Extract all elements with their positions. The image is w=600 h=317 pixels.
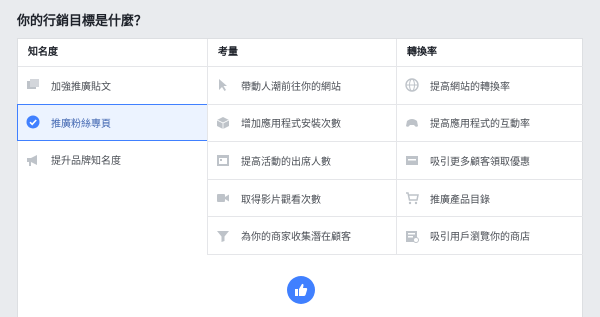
objective-lead-generation[interactable]: 為你的商家收集潛在顧客 (208, 217, 396, 255)
column-consideration: 考量 帶動人潮前往你的網站 增加應用程式安裝次數 提高活動的出席人數 取得影片觀… (207, 39, 396, 255)
objective-label: 取得影片觀看次數 (241, 194, 321, 206)
globe-icon (405, 78, 419, 92)
objective-event-responses[interactable]: 提高活動的出席人數 (208, 142, 396, 180)
objective-label: 推廣產品目錄 (430, 194, 490, 206)
column-conversion: 轉換率 提高網站的轉換率 提高應用程式的互動率 吸引更多顧客領取優惠 推廣產品目… (396, 39, 583, 255)
cube-icon (216, 116, 230, 130)
objective-offer-claims[interactable]: 吸引更多顧客領取優惠 (397, 142, 583, 180)
calendar-icon (216, 153, 230, 167)
page-title: 你的行銷目標是什麼？ (17, 14, 148, 29)
cart-icon (405, 191, 419, 205)
objective-label: 吸引用戶瀏覽你的商店 (430, 232, 530, 244)
objective-label: 帶動人潮前往你的網站 (241, 81, 341, 93)
objective-label: 為你的商家收集潛在顧客 (241, 232, 351, 244)
objective-label: 提高網站的轉換率 (430, 81, 510, 93)
objective-label: 加強推廣貼文 (51, 81, 111, 93)
column-header: 轉換率 (397, 39, 583, 67)
offer-icon (405, 153, 419, 167)
cursor-icon (216, 78, 230, 92)
objective-label: 吸引更多顧客領取優惠 (430, 156, 530, 168)
checkmark-icon (26, 115, 40, 129)
objective-store-visits[interactable]: 吸引用戶瀏覽你的商店 (397, 217, 583, 255)
objective-app-installs[interactable]: 增加應用程式安裝次數 (208, 105, 396, 143)
objective-panel: 知名度 加強推廣貼文 推廣粉絲專頁 提升品牌知名度 考量 帶動人潮前往你的網站 … (17, 38, 583, 317)
gamepad-icon (405, 116, 419, 130)
video-icon (216, 191, 230, 205)
objective-label: 提升品牌知名度 (51, 156, 121, 168)
megaphone-icon (26, 153, 40, 167)
objective-label: 提高應用程式的互動率 (430, 119, 530, 131)
thumbs-up-icon (287, 276, 315, 304)
column-header: 知名度 (18, 39, 207, 67)
filter-icon (216, 229, 230, 243)
objective-label: 增加應用程式安裝次數 (241, 119, 341, 131)
objective-promote-page[interactable]: 推廣粉絲專頁 (17, 103, 208, 142)
post-icon (26, 78, 40, 92)
objective-video-views[interactable]: 取得影片觀看次數 (208, 180, 396, 218)
objective-boost-post[interactable]: 加強推廣貼文 (18, 67, 207, 105)
objective-app-engagement[interactable]: 提高應用程式的互動率 (397, 105, 583, 143)
store-icon (405, 229, 419, 243)
objective-product-catalog[interactable]: 推廣產品目錄 (397, 180, 583, 218)
objective-brand-awareness[interactable]: 提升品牌知名度 (18, 141, 207, 179)
objective-label: 提高活動的出席人數 (241, 156, 331, 168)
objective-website-conversions[interactable]: 提高網站的轉換率 (397, 67, 583, 105)
objective-traffic[interactable]: 帶動人潮前往你的網站 (208, 67, 396, 105)
column-header: 考量 (208, 39, 396, 67)
objective-label: 推廣粉絲專頁 (51, 118, 111, 130)
column-awareness: 知名度 加強推廣貼文 推廣粉絲專頁 提升品牌知名度 (17, 39, 208, 179)
